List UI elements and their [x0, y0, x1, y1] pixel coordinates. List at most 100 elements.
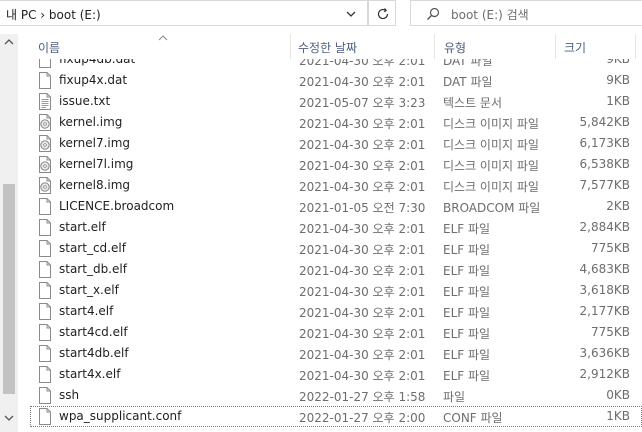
file-type: 디스크 이미지 파일 — [443, 138, 539, 152]
file-size: 5,842KB — [579, 115, 630, 129]
column-size[interactable]: 크기 — [564, 39, 586, 56]
file-row[interactable]: start_cd.elf 2021-04-30 오후 2:01 ELF 파일 775K… — [30, 238, 642, 259]
file-icon — [39, 72, 51, 89]
file-size: 4,683KB — [579, 262, 630, 276]
refresh-icon — [377, 8, 389, 20]
search-box[interactable]: boot (E:) 검색 — [410, 0, 642, 26]
column-divider[interactable] — [434, 34, 435, 59]
file-icon — [39, 408, 51, 425]
file-row[interactable]: issue.txt 2021-05-07 오후 3:23 텍스트 문서 1KB — [30, 91, 642, 112]
file-name[interactable]: wpa_supplicant.conf — [59, 409, 181, 423]
column-type[interactable]: 유형 — [444, 39, 466, 56]
file-type: ELF 파일 — [443, 348, 491, 362]
file-row[interactable]: start_x.elf 2021-04-30 오후 2:01 ELF 파일 3,618… — [30, 280, 642, 301]
address-toolbar: 내 PC › boot (E:) boot (E:) 검색 — [0, 0, 642, 30]
file-row[interactable]: start4.elf 2021-04-30 오후 2:01 ELF 파일 2,177K… — [30, 301, 642, 322]
file-type: ELF 파일 — [443, 222, 491, 236]
file-size: 775KB — [590, 241, 630, 255]
column-divider[interactable] — [555, 34, 556, 59]
column-divider[interactable] — [635, 34, 636, 59]
file-type: ELF 파일 — [443, 285, 491, 299]
file-row[interactable]: start_db.elf 2021-04-30 오후 2:01 ELF 파일 4,68… — [30, 259, 642, 280]
file-row[interactable]: kernel8.img 2021-04-30 오후 2:01 디스크 이미지 파일 7… — [30, 175, 642, 196]
file-name[interactable]: kernel8.img — [59, 178, 130, 192]
file-name[interactable]: fixup4db.dat — [59, 59, 135, 66]
file-name[interactable]: kernel.img — [59, 115, 122, 129]
file-icon — [39, 198, 51, 215]
search-input[interactable]: boot (E:) 검색 — [451, 6, 529, 23]
address-path[interactable]: 내 PC › boot (E:) — [6, 6, 101, 23]
file-name[interactable]: start.elf — [59, 220, 106, 234]
file-list: fixup4db.dat 2021-04-30 오후 2:01 DAT 파일 9KB f… — [18, 59, 642, 432]
file-date: 2021-04-30 오후 2:01 — [299, 159, 426, 173]
file-row[interactable]: LICENCE.broadcom 2021-01-05 오전 7:30 BROADC… — [30, 196, 642, 217]
file-icon — [39, 303, 51, 320]
file-size: 3,618KB — [579, 283, 630, 297]
address-bar[interactable]: 내 PC › boot (E:) — [0, 0, 368, 26]
refresh-button[interactable] — [368, 0, 396, 26]
file-name[interactable]: start_db.elf — [59, 262, 127, 276]
file-date: 2021-04-30 오후 2:01 — [299, 348, 426, 362]
file-date: 2021-04-30 오후 2:01 — [299, 264, 426, 278]
file-row[interactable]: fixup4db.dat 2021-04-30 오후 2:01 DAT 파일 9KB — [30, 59, 642, 70]
file-row[interactable]: fixup4x.dat 2021-04-30 오후 2:01 DAT 파일 9KB — [30, 70, 642, 91]
file-row[interactable]: kernel7.img 2021-04-30 오후 2:01 디스크 이미지 파일 6… — [30, 133, 642, 154]
file-size: 0KB — [606, 388, 630, 402]
file-name[interactable]: start4cd.elf — [59, 325, 128, 339]
file-row[interactable]: kernel.img 2021-04-30 오후 2:01 디스크 이미지 파일 5,… — [30, 112, 642, 133]
file-type: ELF 파일 — [443, 264, 491, 278]
file-size: 6,173KB — [579, 136, 630, 150]
file-size: 2,884KB — [579, 220, 630, 234]
column-header: 이름 수정한 날짜 유형 크기 — [18, 34, 642, 59]
file-name[interactable]: fixup4x.dat — [59, 73, 127, 87]
file-type: DAT 파일 — [443, 59, 493, 68]
file-row[interactable]: start4db.elf 2021-04-30 오후 2:01 ELF 파일 3,63… — [30, 343, 642, 364]
file-row[interactable]: start4cd.elf 2021-04-30 오후 2:01 ELF 파일 775K… — [30, 322, 642, 343]
file-name[interactable]: kernel7.img — [59, 136, 130, 150]
file-type: DAT 파일 — [443, 75, 493, 89]
file-size: 2,177KB — [579, 304, 630, 318]
column-divider[interactable] — [290, 34, 291, 59]
file-type: ELF 파일 — [443, 369, 491, 383]
file-date: 2021-04-30 오후 2:01 — [299, 75, 426, 89]
file-name[interactable]: kernel7l.img — [59, 157, 133, 171]
file-name[interactable]: start4db.elf — [59, 346, 129, 360]
file-row[interactable]: start.elf 2021-04-30 오후 2:01 ELF 파일 2,884KB — [30, 217, 642, 238]
file-name[interactable]: LICENCE.broadcom — [59, 199, 174, 213]
file-date: 2021-05-07 오후 3:23 — [299, 96, 426, 110]
file-name[interactable]: ssh — [59, 388, 79, 402]
chevron-down-icon[interactable] — [343, 6, 359, 22]
file-row[interactable]: ssh 2022-01-27 오후 1:58 파일 0KB — [30, 385, 642, 406]
column-date[interactable]: 수정한 날짜 — [298, 39, 357, 56]
file-row[interactable]: start4x.elf 2021-04-30 오후 2:01 ELF 파일 2,912… — [30, 364, 642, 385]
file-size: 1KB — [606, 94, 630, 108]
file-row[interactable]: wpa_supplicant.conf 2022-01-27 오후 2:00 CON… — [30, 406, 642, 427]
file-icon — [39, 324, 51, 341]
scroll-up-icon[interactable] — [4, 38, 14, 46]
file-name[interactable]: start_cd.elf — [59, 241, 126, 255]
file-size: 9KB — [606, 59, 630, 66]
file-date: 2021-04-30 오후 2:01 — [299, 285, 426, 299]
disk-image-icon — [39, 177, 51, 194]
text-file-icon — [39, 93, 51, 110]
scrollbar-thumb[interactable] — [3, 184, 15, 394]
column-name[interactable]: 이름 — [38, 39, 60, 56]
file-row[interactable]: kernel7l.img 2021-04-30 오후 2:01 디스크 이미지 파일… — [30, 154, 642, 175]
scroll-down-icon[interactable] — [4, 414, 14, 422]
file-icon — [39, 261, 51, 278]
file-name[interactable]: start4.elf — [59, 304, 113, 318]
file-date: 2021-04-30 오후 2:01 — [299, 138, 426, 152]
file-name[interactable]: start_x.elf — [59, 283, 119, 297]
file-icon — [39, 59, 51, 68]
sort-ascending-icon — [158, 35, 168, 41]
file-size: 6,538KB — [579, 157, 630, 171]
file-date: 2021-01-05 오전 7:30 — [299, 201, 426, 215]
file-type: 텍스트 문서 — [443, 96, 503, 110]
file-name[interactable]: issue.txt — [59, 94, 110, 108]
file-name[interactable]: start4x.elf — [59, 367, 120, 381]
file-date: 2021-04-30 오후 2:01 — [299, 306, 426, 320]
file-type: ELF 파일 — [443, 306, 491, 320]
file-size: 2KB — [606, 199, 630, 213]
vertical-scrollbar[interactable] — [0, 34, 18, 432]
file-icon — [39, 219, 51, 236]
